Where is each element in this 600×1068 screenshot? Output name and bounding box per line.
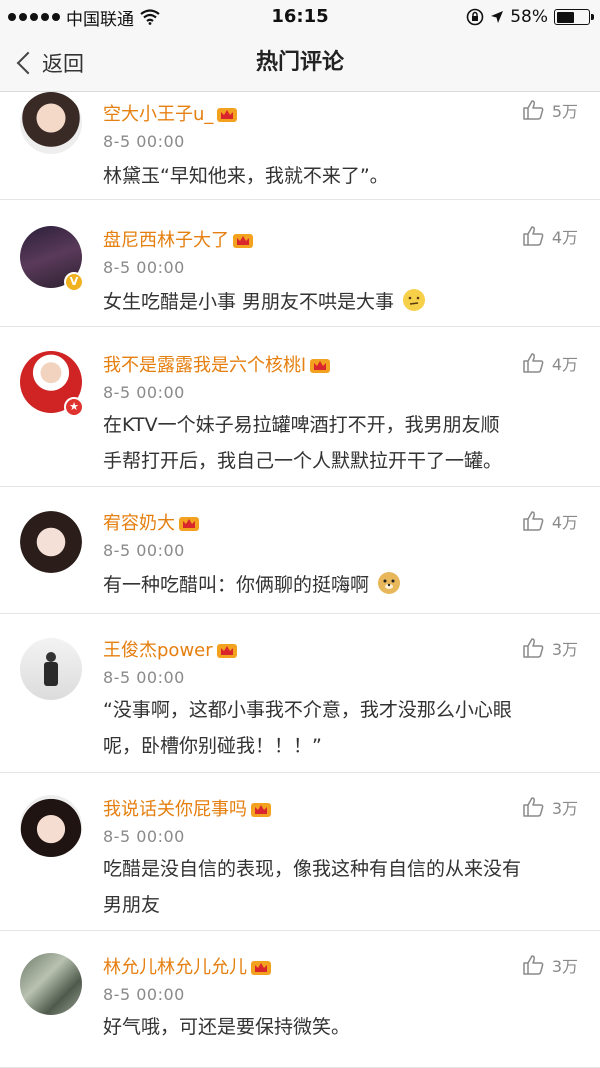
like-button[interactable]: 4万: [522, 351, 578, 375]
crown-badge-icon: [233, 234, 253, 248]
avatar[interactable]: [20, 511, 82, 573]
location-icon: [491, 11, 504, 23]
comment-text: 在KTV一个妹子易拉罐啤酒打不开，我男朋友顺 手帮打开后，我自己一个人默默拉开干…: [103, 414, 503, 472]
avatar[interactable]: [20, 795, 82, 857]
battery-icon: [554, 9, 594, 25]
like-button[interactable]: 3万: [522, 636, 578, 660]
avatar[interactable]: [20, 92, 82, 154]
comment-item[interactable]: 林允儿林允儿允儿 8-5 00:00 好气哦，可还是要保持微笑。 3万: [0, 931, 600, 1068]
thumbs-up-icon: [523, 955, 544, 975]
battery-percent: 58%: [510, 7, 548, 27]
status-bar: 中国联通 16:15 58%: [0, 0, 600, 34]
doge-emoji-icon: [378, 572, 401, 594]
crown-badge-icon: [251, 961, 271, 975]
comment-text: 有一种吃醋叫：你俩聊的挺嗨啊: [103, 567, 573, 603]
avatar[interactable]: [20, 953, 82, 1015]
like-count: 4万: [551, 513, 578, 532]
comment-username[interactable]: 我说话关你屁事吗: [103, 795, 272, 821]
rotation-lock-icon: [466, 8, 484, 26]
like-button[interactable]: 3万: [522, 795, 578, 819]
crown-badge-icon: [179, 517, 199, 531]
comment-item[interactable]: 宥容奶大 8-5 00:00 有一种吃醋叫：你俩聊的挺嗨啊 4万: [0, 487, 600, 614]
thumbs-up-icon: [523, 638, 544, 658]
like-button[interactable]: 3万: [522, 953, 578, 977]
comment-item[interactable]: ★ 我不是露露我是六个核桃l 8-5 00:00 在KTV一个妹子易拉罐啤酒打不…: [0, 327, 600, 487]
crown-badge-icon: [216, 644, 237, 658]
comment-text: 吃醋是没自信的表现，像我这种有自信的从来没有 男朋友: [103, 858, 522, 916]
like-count: 3万: [551, 640, 578, 659]
comment-item[interactable]: 空大小王子u_ 8-5 00:00 林黛玉“早知他来，我就不来了”。 5万: [0, 92, 600, 200]
avatar[interactable]: [20, 638, 82, 700]
page-title: 热门评论: [255, 50, 344, 75]
comment-time: 8-5 00:00: [103, 541, 185, 560]
nav-bar: 返回 热门评论: [0, 34, 600, 92]
comment-text: 林黛玉“早知他来，我就不来了”。: [103, 165, 389, 187]
comment-item[interactable]: 王俊杰power 8-5 00:00 “没事啊，这都小事我不介意，我才没那么小心…: [0, 614, 600, 773]
comment-time: 8-5 00:00: [103, 827, 185, 846]
comment-username[interactable]: 林允儿林允儿允儿: [103, 953, 272, 979]
crown-badge-icon: [251, 803, 271, 817]
thinking-emoji-icon: [403, 289, 426, 311]
like-count: 3万: [551, 957, 578, 976]
crown-badge-icon: [217, 108, 238, 122]
status-right: 58%: [466, 0, 594, 34]
comment-item[interactable]: 我说话关你屁事吗 8-5 00:00 吃醋是没自信的表现，像我这种有自信的从来没…: [0, 773, 600, 931]
comment-item[interactable]: V 盘尼西林子大了 8-5 00:00 女生吃醋是小事 男朋友不哄是大事 4万: [0, 200, 600, 327]
thumbs-up-icon: [523, 353, 544, 373]
comment-list: 空大小王子u_ 8-5 00:00 林黛玉“早知他来，我就不来了”。 5万 V …: [0, 92, 600, 1068]
like-button[interactable]: 4万: [522, 224, 578, 248]
like-count: 5万: [551, 102, 578, 121]
thumbs-up-icon: [523, 511, 544, 531]
comment-time: 8-5 00:00: [103, 985, 185, 1004]
comment-username[interactable]: 王俊杰power: [103, 636, 238, 662]
like-count: 4万: [551, 355, 578, 374]
comment-text: “没事啊，这都小事我不介意，我才没那么小心眼 呢，卧槽你别碰我！！！”: [103, 699, 512, 757]
comment-username[interactable]: 空大小王子u_: [103, 100, 238, 126]
thumbs-up-icon: [523, 797, 544, 817]
comment-text: 女生吃醋是小事 男朋友不哄是大事: [103, 284, 573, 320]
thumbs-up-icon: [523, 100, 544, 120]
comment-time: 8-5 00:00: [103, 132, 185, 151]
like-button[interactable]: 4万: [522, 509, 578, 533]
verified-badge-icon: V: [64, 272, 84, 292]
member-badge-icon: ★: [64, 397, 84, 417]
comment-text: 好气哦，可还是要保持微笑。: [103, 1016, 351, 1038]
battery-fill: [556, 11, 575, 23]
like-count: 4万: [551, 228, 578, 247]
thumbs-up-icon: [523, 226, 544, 246]
like-count: 3万: [551, 799, 578, 818]
comment-username[interactable]: 宥容奶大: [103, 509, 200, 535]
comment-time: 8-5 00:00: [103, 383, 185, 402]
comment-username[interactable]: 我不是露露我是六个核桃l: [103, 351, 331, 377]
crown-badge-icon: [310, 359, 330, 373]
like-button[interactable]: 5万: [522, 98, 578, 122]
comment-time: 8-5 00:00: [103, 258, 185, 277]
comment-username[interactable]: 盘尼西林子大了: [103, 226, 254, 252]
comment-time: 8-5 00:00: [103, 668, 185, 687]
